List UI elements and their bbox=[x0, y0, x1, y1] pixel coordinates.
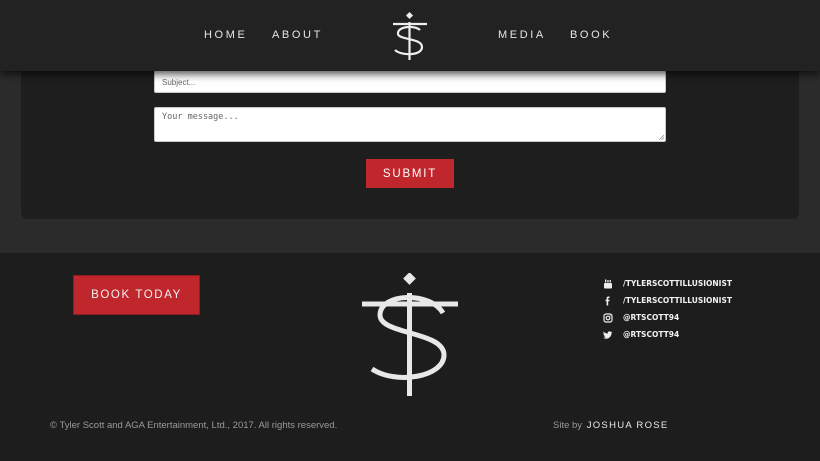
social-link-label[interactable]: /TYLERSCOTTILLUSIONIST bbox=[623, 279, 732, 288]
ts-monogram-icon bbox=[393, 11, 427, 60]
twitter-icon bbox=[598, 330, 618, 340]
message-textarea[interactable]: Your message... bbox=[154, 107, 666, 142]
social-link-label[interactable]: @RTSCOTT94 bbox=[623, 313, 679, 322]
social-link-youtube[interactable]: /TYLERSCOTTILLUSIONIST bbox=[598, 275, 732, 292]
facebook-icon bbox=[598, 296, 618, 306]
copyright-text: © Tyler Scott and AGA Entertainment, Ltd… bbox=[50, 420, 338, 431]
nav-book-link[interactable]: BOOK bbox=[570, 29, 612, 41]
nav-about-link[interactable]: ABOUT bbox=[272, 29, 323, 41]
resize-handle-icon[interactable] bbox=[658, 134, 664, 140]
message-placeholder: Your message... bbox=[162, 112, 239, 122]
submit-button[interactable]: SUBMIT bbox=[366, 159, 454, 188]
social-link-label[interactable]: /TYLERSCOTTILLUSIONIST bbox=[623, 296, 732, 305]
social-links: /TYLERSCOTTILLUSIONIST /TYLERSCOTTILLUSI… bbox=[598, 275, 732, 343]
footer: BOOK TODAY /TYLERSCOTTILLUSIONIST /TYLER… bbox=[0, 253, 820, 461]
site-credit: Site by JOSHUA ROSE bbox=[553, 420, 669, 431]
credit-author-link[interactable]: JOSHUA ROSE bbox=[587, 420, 669, 431]
subject-input[interactable]: Subject... bbox=[154, 70, 666, 93]
instagram-icon bbox=[598, 312, 618, 323]
youtube-icon bbox=[598, 279, 618, 289]
nav-media-link[interactable]: MEDIA bbox=[498, 29, 546, 41]
book-today-button[interactable]: BOOK TODAY bbox=[73, 275, 200, 315]
ts-monogram-large-icon bbox=[362, 273, 458, 396]
social-link-facebook[interactable]: /TYLERSCOTTILLUSIONIST bbox=[598, 292, 732, 309]
social-link-label[interactable]: @RTSCOTT94 bbox=[623, 330, 679, 339]
social-link-twitter[interactable]: @RTSCOTT94 bbox=[598, 326, 732, 343]
top-nav: HOME ABOUT MEDIA BOOK bbox=[0, 0, 820, 71]
credit-prefix: Site by bbox=[553, 420, 583, 431]
site-logo[interactable] bbox=[389, 11, 431, 62]
social-link-instagram[interactable]: @RTSCOTT94 bbox=[598, 309, 732, 326]
nav-home-link[interactable]: HOME bbox=[204, 29, 247, 41]
